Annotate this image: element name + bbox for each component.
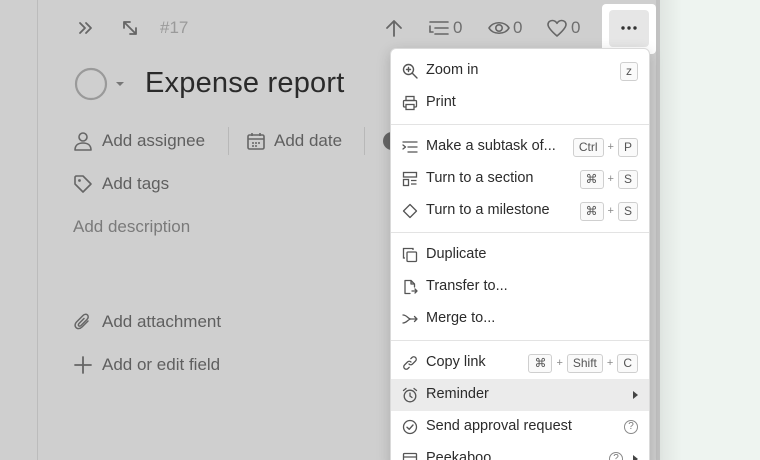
add-assignee-button[interactable]: Add assignee [102,131,205,151]
divider [228,127,229,155]
menu-item-label: Transfer to... [426,278,508,294]
menu-item-label: Zoom in [426,62,479,78]
duplicate-icon [402,247,418,263]
add-attachment-button[interactable]: Add attachment [102,312,221,332]
submenu-arrow-icon [633,455,638,460]
help-icon[interactable]: ? [624,420,638,434]
shortcut-key: S [617,201,638,221]
status-dropdown-caret-icon[interactable] [115,81,125,87]
shortcut: Ctrl + P [572,137,638,157]
menu-item-merge[interactable]: Merge to... [391,303,649,335]
menu-item-send-approval[interactable]: Send approval request ? [391,411,649,443]
menu-item-copy-link[interactable]: Copy link ⌘ + Shift + C [391,347,649,379]
menu-item-duplicate[interactable]: Duplicate [391,239,649,271]
subtask-count: 0 [453,18,463,37]
menu-divider [391,232,649,233]
subtask-icon [402,139,418,155]
shortcut-key: Ctrl [572,137,604,157]
menu-item-label: Peekaboo [426,450,492,460]
description-field[interactable]: Add description [73,217,190,237]
plus-icon [73,355,93,375]
approval-icon [402,419,418,435]
shortcut-key: S [617,169,638,189]
up-arrow-icon[interactable] [383,17,405,39]
shortcut: z [620,61,638,81]
menu-item-turn-to-milestone[interactable]: Turn to a milestone ⌘ + S [391,195,649,227]
menu-item-label: Turn to a milestone [426,202,550,218]
collapse-panel-icon[interactable] [75,18,95,38]
milestone-icon [402,203,418,219]
submenu-arrow-icon [633,391,638,399]
menu-item-label: Copy link [426,354,486,370]
heart-icon[interactable] [546,18,568,38]
help-indicator: ? [624,417,638,437]
menu-item-label: Print [426,94,456,110]
expand-icon[interactable] [120,18,140,38]
add-tags-button[interactable]: Add tags [102,174,169,194]
more-dots-icon [621,26,637,30]
menu-divider [391,340,649,341]
menu-item-turn-to-section[interactable]: Turn to a section ⌘ + S [391,163,649,195]
add-date-button[interactable]: Add date [274,131,342,151]
shortcut-key: P [617,137,638,157]
menu-item-peekaboo[interactable]: Peekaboo ? [391,443,649,460]
person-icon [73,131,93,151]
eye-icon[interactable] [487,18,511,38]
add-field-button[interactable]: Add or edit field [102,355,220,375]
shortcut-key: C [617,353,638,373]
menu-item-make-subtask[interactable]: Make a subtask of... Ctrl + P [391,131,649,163]
paperclip-icon [73,312,93,332]
merge-icon [402,311,418,327]
peekaboo-icon [402,451,418,460]
menu-item-reminder[interactable]: Reminder [391,379,649,411]
shortcut-key: ⌘ [579,201,604,221]
submenu-indicator [623,385,638,405]
menu-item-zoom-in[interactable]: Zoom in z [391,55,649,87]
menu-divider [391,124,649,125]
watcher-count: 0 [513,18,523,37]
shortcut: ⌘ + Shift + C [528,353,638,373]
subtasks-icon[interactable] [428,18,450,38]
divider [364,127,365,155]
menu-item-label: Duplicate [426,246,487,262]
transfer-icon [402,279,418,295]
shortcut: ⌘ + S [579,169,638,189]
menu-item-label: Turn to a section [426,170,534,186]
like-count: 0 [571,18,581,37]
help-icon[interactable]: ? [609,452,623,460]
menu-item-label: Reminder [426,386,489,402]
task-title[interactable]: Expense report [145,67,344,100]
link-icon [402,355,418,371]
menu-item-label: Make a subtask of... [426,138,556,154]
shortcut: ⌘ + S [579,201,638,221]
menu-item-transfer[interactable]: Transfer to... [391,271,649,303]
alarm-icon [402,387,418,403]
shortcut-key: ⌘ [528,353,553,373]
task-status-checkbox[interactable] [74,67,108,101]
zoom-in-icon [402,63,418,79]
shortcut-key: ⌘ [579,169,604,189]
shortcut-key: z [620,61,638,81]
task-id: #17 [160,18,189,37]
calendar-icon [246,131,266,151]
shortcut-key: Shift [566,353,603,373]
left-strip [0,0,38,460]
menu-item-label: Merge to... [426,310,496,326]
section-icon [402,171,418,187]
panel-shadow [656,0,682,460]
menu-item-label: Send approval request [426,418,572,434]
menu-item-print[interactable]: Print [391,87,649,119]
help-indicator: ? [609,449,638,460]
tag-icon [73,174,93,194]
printer-icon [402,95,418,111]
more-options-button[interactable] [609,10,649,47]
more-options-menu: Zoom in z Print Make a subtask of... Ctr… [390,48,650,460]
